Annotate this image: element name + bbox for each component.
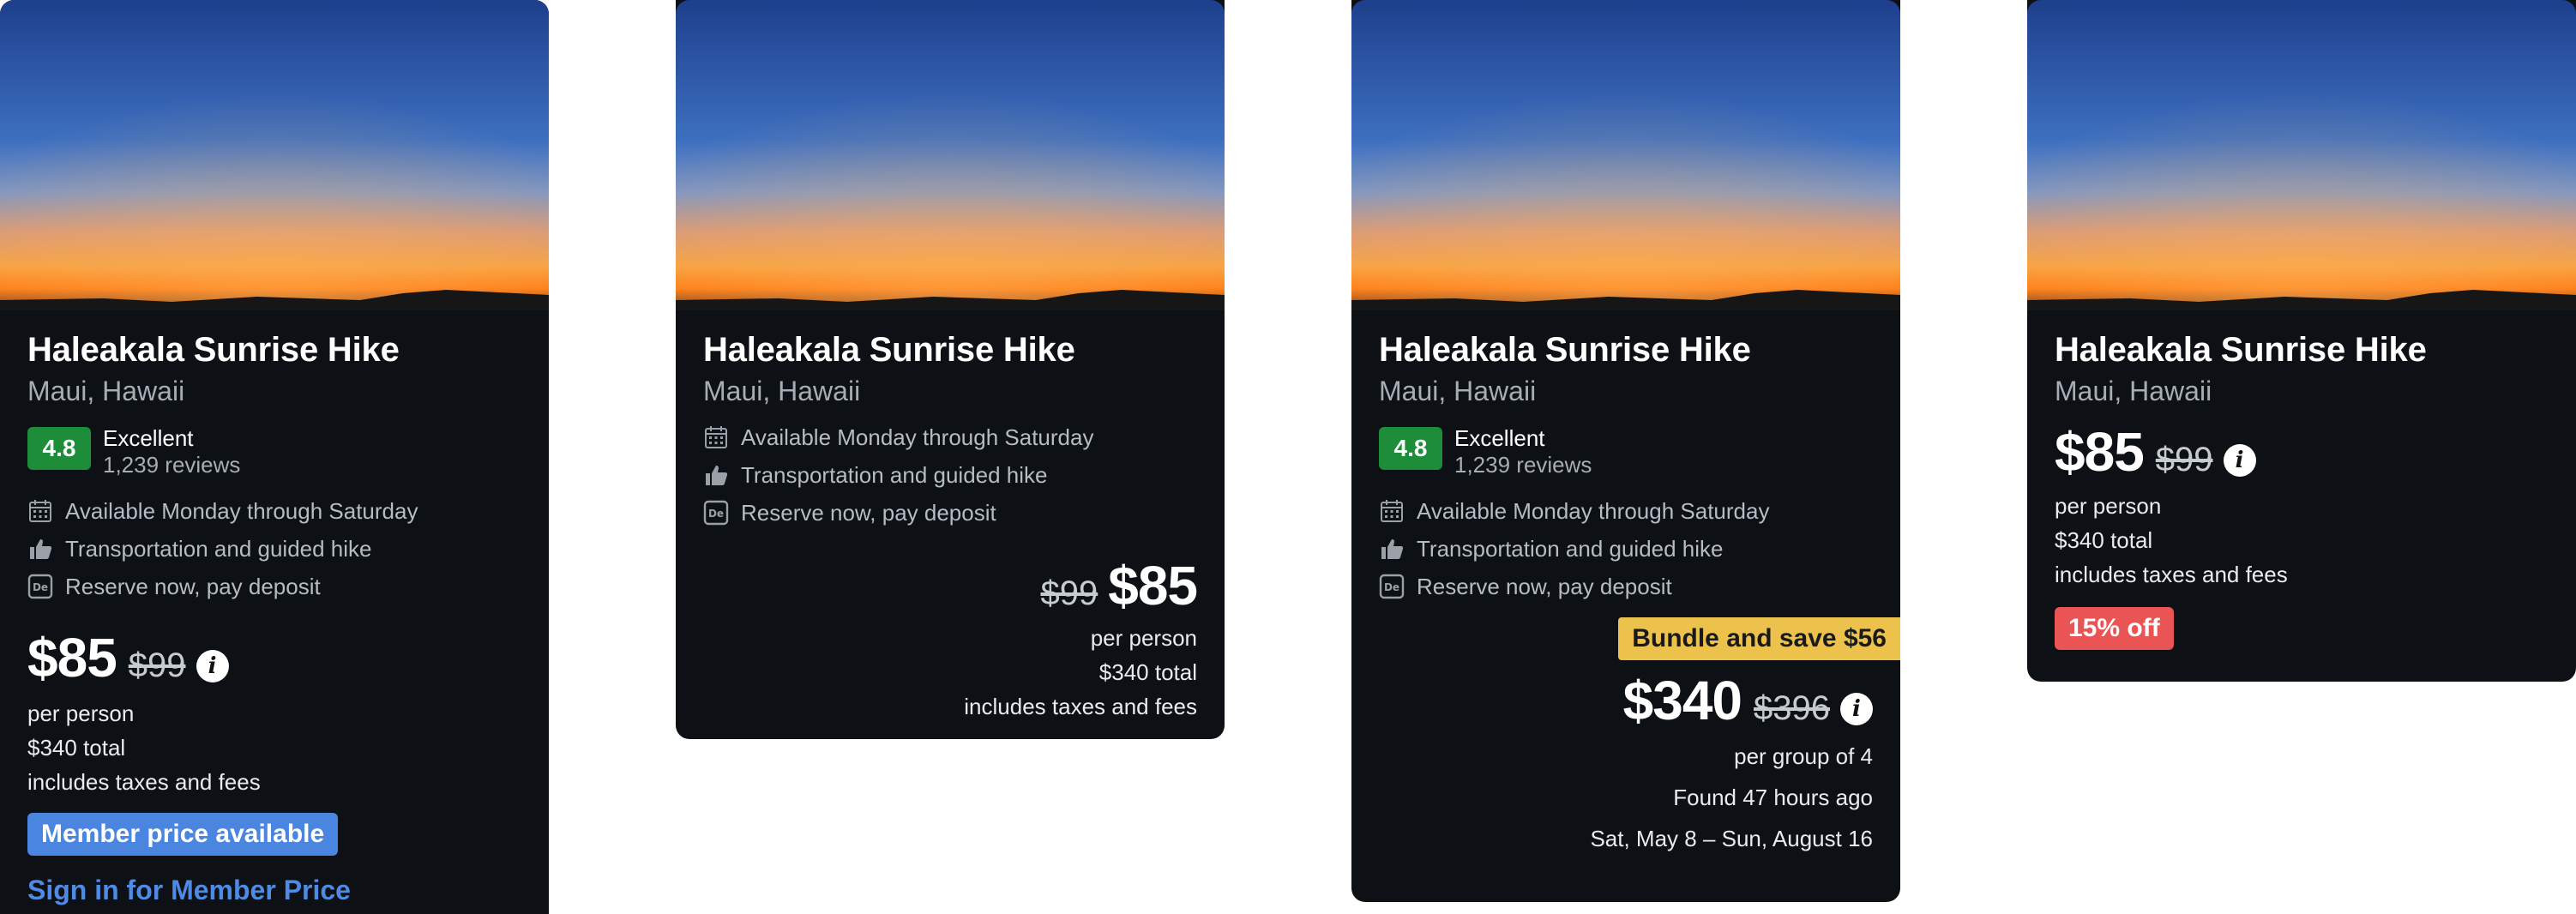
- feature-text: Reserve now, pay deposit: [65, 573, 321, 599]
- feature-list: Available Monday through Saturday Transp…: [27, 492, 521, 605]
- feature-deposit: De Reserve now, pay deposit: [703, 494, 1197, 532]
- feature-text: Available Monday through Saturday: [741, 424, 1094, 450]
- price-unit: per person: [2055, 493, 2162, 519]
- rating-label: Excellent: [103, 425, 194, 451]
- price-block: $340 $396 i per group of 4 Found 47 hour…: [1379, 669, 1873, 859]
- feature-text: Transportation and guided hike: [741, 461, 1048, 488]
- thumbs-up-icon: [27, 536, 53, 562]
- rating-score-badge: 4.8: [27, 427, 91, 470]
- price-unit: per group of 4: [1734, 743, 1873, 769]
- activity-location: Maui, Hawaii: [2055, 376, 2212, 406]
- activity-location: Maui, Hawaii: [27, 376, 185, 406]
- activity-card-3[interactable]: Haleakala Sunrise Hike Maui, Hawaii 4.8 …: [1351, 0, 1900, 902]
- review-count: 1,239 reviews: [1454, 452, 1592, 478]
- deposit-icon: De: [27, 574, 53, 599]
- price-details: per person $340 total includes taxes and…: [703, 621, 1197, 724]
- original-price: $99: [128, 646, 186, 684]
- calendar-icon: [703, 424, 729, 450]
- price-note: includes taxes and fees: [27, 769, 261, 795]
- original-price: $99: [1040, 574, 1098, 612]
- activity-title: Haleakala Sunrise Hike: [1379, 331, 1751, 369]
- found-time: Found 47 hours ago: [1673, 785, 1873, 810]
- sign-in-member-price-link[interactable]: Sign in for Member Price: [27, 875, 521, 906]
- feature-list: Available Monday through Saturday Transp…: [703, 418, 1197, 532]
- thumbs-up-icon: [1379, 536, 1405, 562]
- date-range: Sat, May 8 – Sun, August 16: [1590, 826, 1873, 851]
- feature-transport: Transportation and guided hike: [1379, 530, 1873, 568]
- rating: 4.8 Excellent 1,239 reviews: [1379, 425, 1873, 478]
- info-icon[interactable]: i: [2223, 444, 2256, 477]
- calendar-icon: [1379, 498, 1405, 524]
- info-icon[interactable]: i: [196, 650, 229, 682]
- current-price: $85: [2055, 421, 2145, 483]
- bundle-row: Bundle and save $56: [1379, 617, 1900, 660]
- feature-availability: Available Monday through Saturday: [27, 492, 521, 530]
- feature-text: Transportation and guided hike: [65, 535, 372, 562]
- activity-location: Maui, Hawaii: [703, 376, 861, 406]
- price-details: per person $340 total includes taxes and…: [27, 696, 521, 799]
- deposit-icon: De: [1379, 574, 1405, 599]
- svg-text:De: De: [33, 581, 48, 593]
- feature-text: Reserve now, pay deposit: [741, 499, 996, 526]
- activity-title: Haleakala Sunrise Hike: [27, 331, 400, 369]
- feature-transport: Transportation and guided hike: [703, 456, 1197, 494]
- current-price: $85: [27, 627, 117, 689]
- activity-card-2[interactable]: Haleakala Sunrise Hike Maui, Hawaii Avai…: [676, 0, 1225, 739]
- price-note: includes taxes and fees: [964, 694, 1197, 719]
- deposit-icon: De: [703, 500, 729, 526]
- thumbs-up-icon: [703, 462, 729, 488]
- feature-transport: Transportation and guided hike: [27, 530, 521, 568]
- feature-availability: Available Monday through Saturday: [703, 418, 1197, 456]
- bundle-save-badge: Bundle and save $56: [1618, 617, 1900, 660]
- rating-score-badge: 4.8: [1379, 427, 1442, 470]
- feature-list: Available Monday through Saturday Transp…: [1379, 492, 1873, 605]
- sunrise-photo: [1351, 0, 1900, 310]
- original-price: $99: [2155, 441, 2213, 478]
- price-unit: per person: [27, 701, 135, 726]
- price: $99 $85: [703, 554, 1198, 617]
- rating: 4.8 Excellent 1,239 reviews: [27, 425, 521, 478]
- activity-card-1[interactable]: Haleakala Sunrise Hike Maui, Hawaii 4.8 …: [0, 0, 549, 914]
- price: $85 $99 i: [27, 626, 521, 689]
- current-price: $85: [1108, 555, 1198, 616]
- activity-card-4[interactable]: Haleakala Sunrise Hike Maui, Hawaii $85 …: [2027, 0, 2576, 682]
- member-price-badge: Member price available: [27, 813, 339, 856]
- feature-deposit: De Reserve now, pay deposit: [1379, 568, 1873, 605]
- activity-title: Haleakala Sunrise Hike: [2055, 331, 2427, 369]
- discount-badge: 15% off: [2055, 607, 2174, 650]
- activity-location: Maui, Hawaii: [1379, 376, 1537, 406]
- feature-availability: Available Monday through Saturday: [1379, 492, 1873, 530]
- original-price: $396: [1754, 689, 1830, 727]
- price-block: $99 $85 per person $340 total includes t…: [703, 554, 1198, 724]
- feature-text: Available Monday through Saturday: [65, 497, 418, 524]
- feature-deposit: De Reserve now, pay deposit: [27, 568, 521, 605]
- price-total: $340 total: [1098, 659, 1197, 685]
- rating-label: Excellent: [1454, 425, 1545, 451]
- svg-text:De: De: [708, 508, 724, 520]
- info-icon[interactable]: i: [1840, 693, 1873, 725]
- price-total: $340 total: [2055, 527, 2153, 553]
- sunrise-photo: [676, 0, 1225, 310]
- feature-text: Reserve now, pay deposit: [1417, 573, 1672, 599]
- feature-text: Available Monday through Saturday: [1417, 497, 1770, 524]
- calendar-icon: [27, 498, 53, 524]
- current-price: $340: [1622, 670, 1742, 731]
- activity-title: Haleakala Sunrise Hike: [703, 331, 1075, 369]
- price: $340 $396 i: [1379, 669, 1873, 732]
- sunrise-photo: [0, 0, 549, 310]
- price-details: per person $340 total includes taxes and…: [2055, 489, 2549, 592]
- price-details: per group of 4 Found 47 hours ago Sat, M…: [1379, 736, 1873, 859]
- feature-text: Transportation and guided hike: [1417, 535, 1724, 562]
- price: $85 $99 i: [2055, 420, 2549, 484]
- price-note: includes taxes and fees: [2055, 562, 2288, 587]
- sunrise-photo: [2027, 0, 2576, 310]
- svg-text:De: De: [1384, 581, 1399, 593]
- review-count: 1,239 reviews: [103, 452, 241, 478]
- price-total: $340 total: [27, 735, 126, 761]
- price-unit: per person: [1090, 625, 1197, 651]
